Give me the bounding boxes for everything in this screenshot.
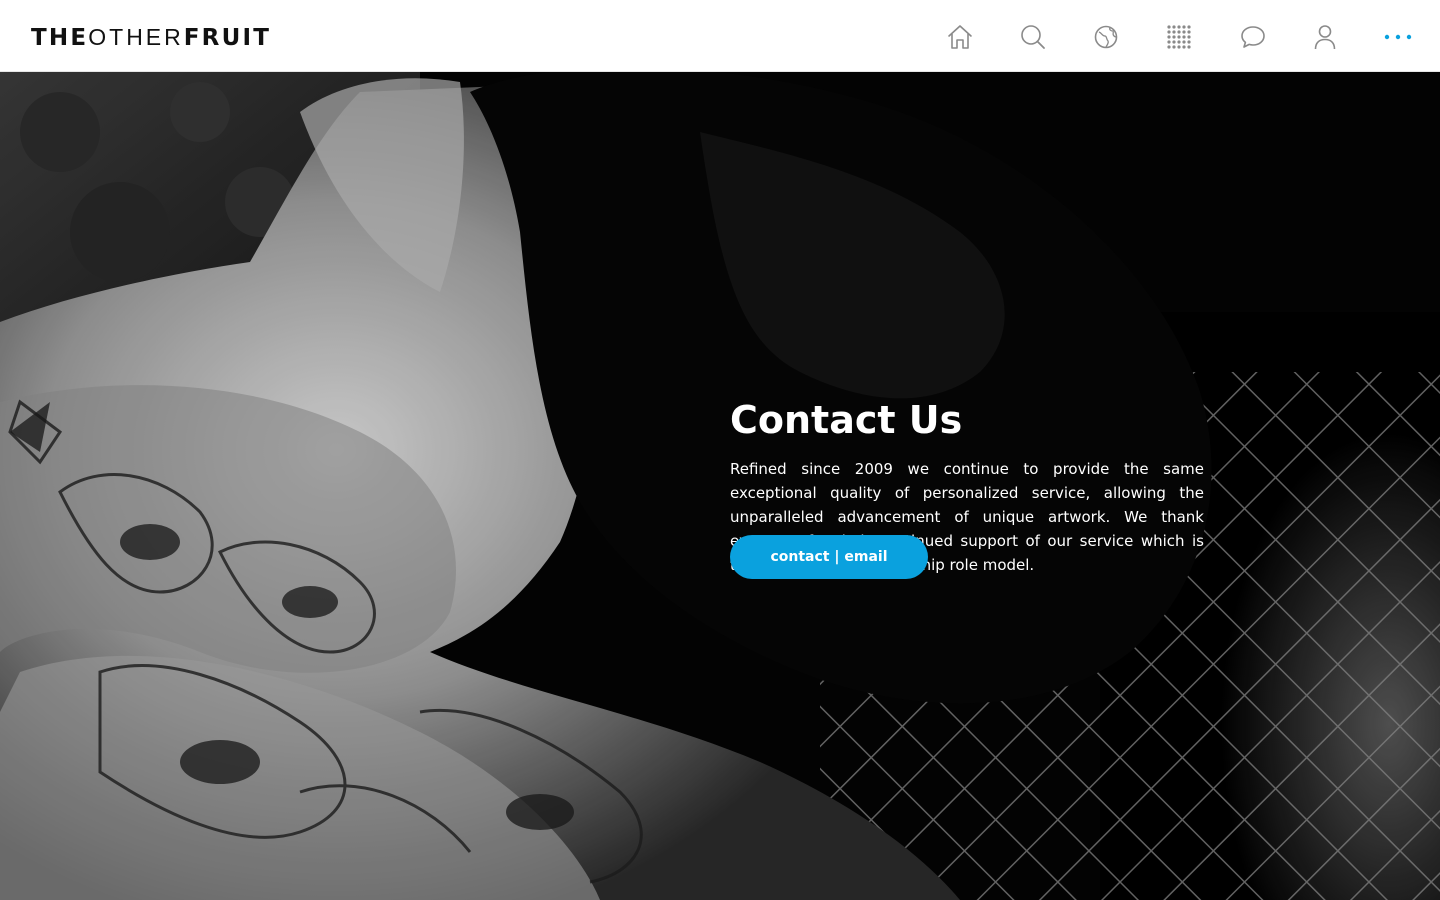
- more-menu-button[interactable]: [1378, 18, 1418, 56]
- contact-email-button[interactable]: contact | email: [730, 535, 928, 579]
- top-header: THEOTHERFRUIT: [0, 0, 1440, 72]
- grid-button[interactable]: [1159, 18, 1199, 56]
- more-dots-icon: [1384, 34, 1412, 40]
- user-icon: [1314, 25, 1336, 50]
- account-button[interactable]: [1305, 18, 1345, 56]
- chat-button[interactable]: [1233, 18, 1273, 56]
- search-button[interactable]: [1013, 18, 1053, 56]
- top-nav: [0, 18, 1440, 56]
- globe-button[interactable]: [1086, 18, 1126, 56]
- page-title: Contact Us: [730, 398, 963, 442]
- globe-icon: [1094, 25, 1118, 49]
- grid-dots-icon: [1167, 25, 1191, 49]
- chat-bubble-icon: [1241, 26, 1265, 48]
- hero-section: Contact Us Refined since 2009 we continu…: [0, 72, 1440, 900]
- search-icon: [1021, 25, 1045, 49]
- home-icon: [948, 25, 972, 49]
- hero-background-photo: [0, 72, 1440, 900]
- home-button[interactable]: [940, 18, 980, 56]
